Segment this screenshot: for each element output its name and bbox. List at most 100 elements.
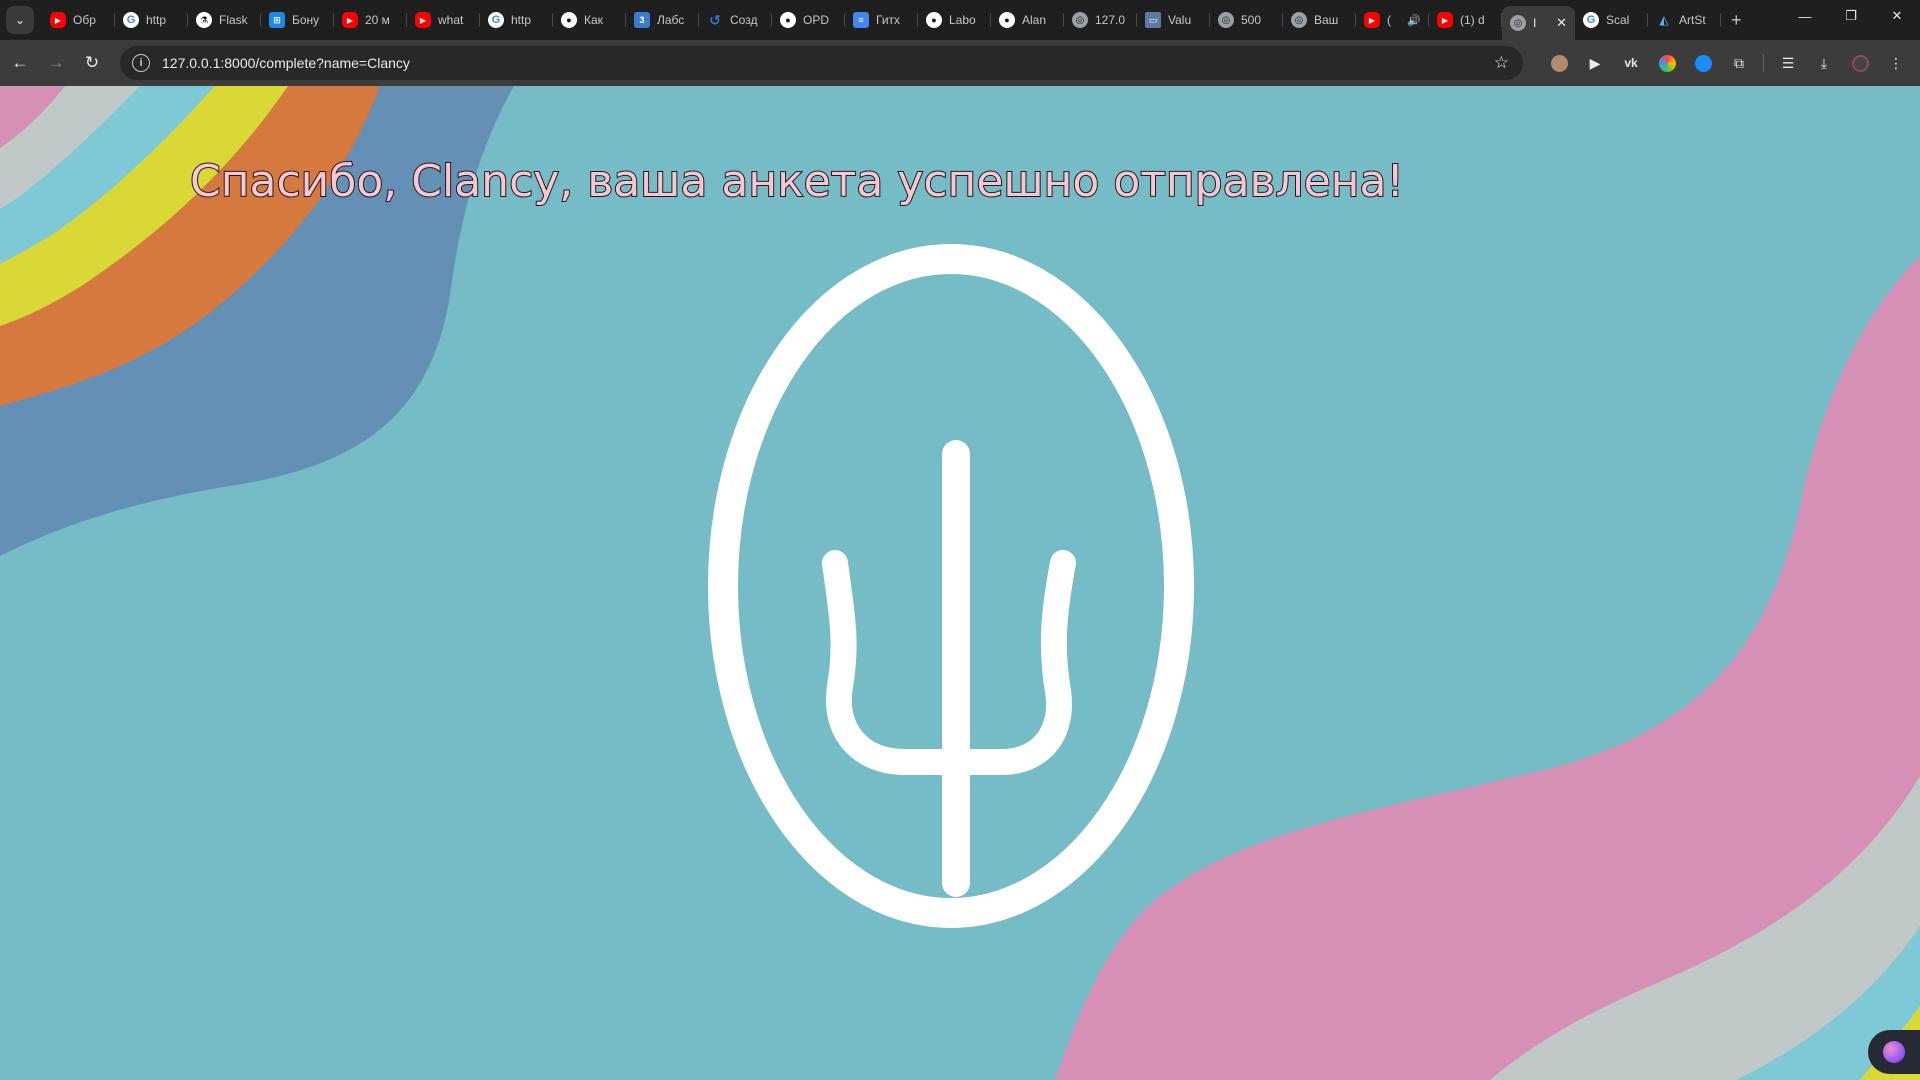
tab-15[interactable]: ▭ Valu [1137, 4, 1210, 36]
tab-17[interactable]: ◎ Ваш [1283, 4, 1356, 36]
youtube-icon [1437, 12, 1453, 28]
globe-icon: ◎ [1510, 15, 1526, 31]
tab-title: Alan [1022, 13, 1047, 27]
page-viewport: Спасибо, Clancy, ваша анкета успешно отп… [0, 86, 1920, 1080]
swirl-icon: ↺ [709, 11, 721, 28]
tab-title: 500 [1241, 13, 1262, 27]
tab-title: http [146, 13, 167, 27]
blue-app-icon: ⊞ [269, 12, 285, 28]
brain-icon [1883, 1041, 1905, 1063]
tab-14[interactable]: ◎ 127.0 [1064, 4, 1137, 36]
thank-you-heading: Спасибо, Clancy, ваша анкета успешно отп… [189, 155, 1405, 208]
github-icon: ● [561, 12, 577, 28]
tab-list: Обр Ghttp ⚗ Flask ⊞ Бону 20 м what Ghttp ● Как 3 Лаб… [42, 0, 1721, 40]
tab-title: Labo [949, 13, 976, 27]
tab-5[interactable]: what [407, 4, 480, 36]
tab-title: Scal [1606, 13, 1630, 27]
media-controls-icon[interactable]: ☰ [1774, 49, 1802, 77]
extension-vk-icon[interactable]: vk [1617, 49, 1645, 77]
tab-8[interactable]: 3 Лабс [626, 4, 699, 36]
speaker-icon[interactable]: 🔊 [1407, 14, 1421, 27]
tab-4[interactable]: 20 м [334, 4, 407, 36]
reload-icon: ↻ [84, 53, 100, 72]
github-icon: ● [999, 12, 1015, 28]
extension-video-icon[interactable]: ▶ [1581, 49, 1609, 77]
tab-title: Flask [219, 13, 248, 27]
youtube-icon [1364, 12, 1380, 28]
tab-title: 20 м [365, 13, 390, 27]
tab-title: Как [584, 13, 603, 27]
tab-11[interactable]: ≡ Гитх [845, 4, 918, 36]
back-button[interactable]: ← [4, 47, 36, 79]
tab-search-button[interactable]: ⌄ [6, 6, 34, 34]
github-icon: ● [780, 12, 796, 28]
tab-title: 127.0 [1095, 13, 1126, 27]
tab-title: ArtSt [1679, 13, 1706, 27]
extension-owl-icon[interactable] [1545, 49, 1573, 77]
close-tab-icon[interactable]: ✕ [1556, 15, 1567, 31]
extension-colorful-icon[interactable] [1653, 49, 1681, 77]
minimize-button[interactable]: — [1782, 0, 1828, 32]
arrow-right-icon: → [47, 53, 65, 72]
download-icon[interactable]: ⤓ [1810, 49, 1838, 77]
tab-0[interactable]: Обр [42, 4, 115, 36]
youtube-icon [415, 12, 431, 28]
youtube-icon [342, 12, 358, 28]
youtube-icon [50, 12, 66, 28]
tab-title: Ваш [1314, 13, 1339, 27]
flask-icon: ⚗ [196, 12, 212, 28]
tab-18[interactable]: (🔊 [1356, 4, 1429, 36]
tab-title: Созд [730, 13, 758, 27]
artstation-icon: ◭ [1659, 13, 1669, 27]
google-icon: G [488, 12, 504, 28]
assistant-floating-button[interactable] [1868, 1030, 1920, 1074]
tab-13[interactable]: ● Alan [991, 4, 1064, 36]
tab-title: Гитх [876, 13, 901, 27]
tab-title: I [1533, 16, 1537, 30]
browser-toolbar: ← → ↻ i 127.0.0.1:8000/complete?name=Cla… [0, 40, 1920, 86]
google-icon: G [1583, 12, 1599, 28]
tab-20[interactable]: ◎ I ✕ [1502, 6, 1575, 40]
close-window-button[interactable]: ✕ [1874, 0, 1920, 32]
browser-window: ⌄ Обр Ghttp ⚗ Flask ⊞ Бону 20 м what Ghttp ● Как 3Л… [0, 0, 1920, 1080]
trident-emblem-icon [708, 244, 1194, 928]
tab-strip: ⌄ Обр Ghttp ⚗ Flask ⊞ Бону 20 м what Ghttp ● Как 3Л… [0, 0, 1920, 40]
tab-19[interactable]: (1) d [1429, 4, 1502, 36]
toolbar-divider [1763, 54, 1764, 72]
bookmark-star-icon[interactable]: ☆ [1494, 53, 1509, 73]
tab-9[interactable]: ↺ Созд [699, 4, 772, 36]
extensions-area: ▶ vk ⧉ ☰ ⤓ ⋮ [1541, 49, 1914, 77]
tab-22[interactable]: ◭ ArtSt [1648, 4, 1721, 36]
forward-button[interactable]: → [40, 47, 72, 79]
tab-title: http [511, 13, 532, 27]
tab-10[interactable]: ● OPD [772, 4, 845, 36]
tab-21[interactable]: G Scal [1575, 4, 1648, 36]
chevron-down-icon: ⌄ [14, 13, 26, 27]
tab-3[interactable]: ⊞ Бону [261, 4, 334, 36]
address-url[interactable]: 127.0.0.1:8000/complete?name=Clancy [162, 55, 410, 71]
tab-1[interactable]: Ghttp [115, 4, 188, 36]
restore-button[interactable]: ❐ [1828, 0, 1874, 32]
reload-button[interactable]: ↻ [76, 47, 108, 79]
tab-7[interactable]: ● Как [553, 4, 626, 36]
tab-16[interactable]: ◎ 500 [1210, 4, 1283, 36]
tab-title: ( [1387, 13, 1391, 27]
globe-icon: ◎ [1291, 12, 1307, 28]
globe-icon: ◎ [1072, 12, 1088, 28]
site-info-icon[interactable]: i [132, 54, 150, 72]
new-tab-button[interactable]: + [1731, 10, 1742, 31]
extension-shazam-icon[interactable] [1689, 49, 1717, 77]
tab-12[interactable]: ● Labo [918, 4, 991, 36]
window-icon: ▭ [1145, 12, 1161, 28]
number-3-icon: 3 [634, 12, 650, 28]
profile-avatar[interactable] [1846, 49, 1874, 77]
tab-6[interactable]: Ghttp [480, 4, 553, 36]
extensions-puzzle-icon[interactable]: ⧉ [1725, 49, 1753, 77]
tab-title: Обр [73, 13, 96, 27]
menu-kebab-icon[interactable]: ⋮ [1882, 49, 1910, 77]
address-bar[interactable]: i 127.0.0.1:8000/complete?name=Clancy ☆ [120, 46, 1523, 80]
google-icon: G [123, 12, 139, 28]
github-icon: ● [926, 12, 942, 28]
docs-icon: ≡ [853, 12, 869, 28]
tab-2[interactable]: ⚗ Flask [188, 4, 261, 36]
